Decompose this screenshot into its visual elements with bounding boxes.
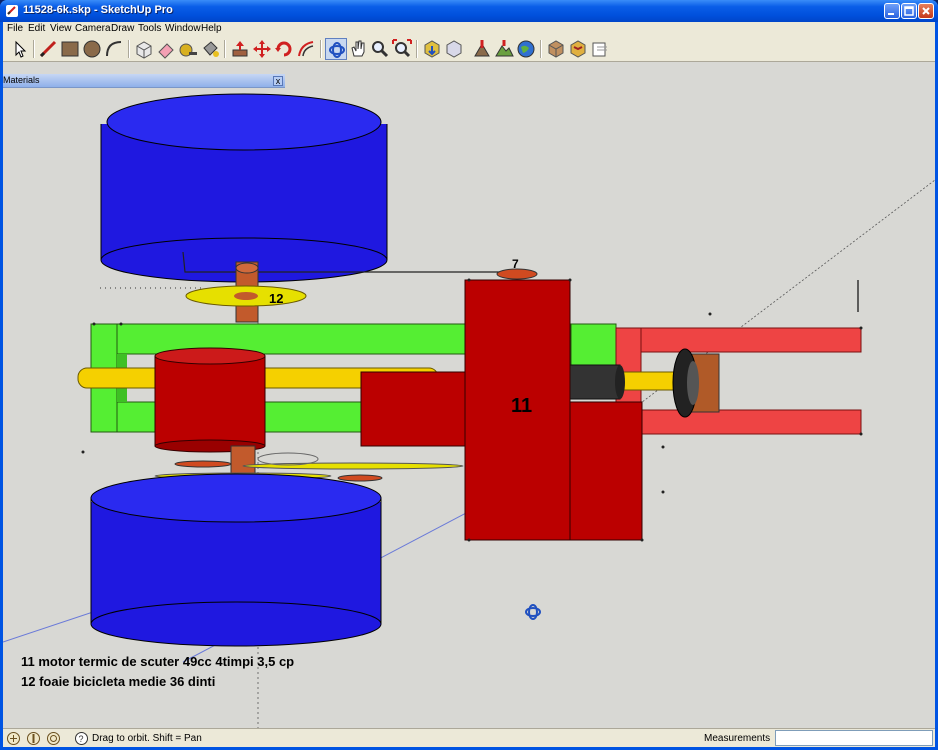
model-annotation: 11 motor termic de scuter 49cc 4timpi 3,… [21,652,294,692]
model-canvas[interactable]: 12 7 11 [3,62,935,728]
user-icon[interactable] [46,731,61,746]
brake-drum[interactable] [154,347,266,453]
make-component-icon[interactable] [133,38,155,60]
toolbar-separator [128,40,130,58]
geo-location-icon[interactable] [6,731,21,746]
model-viewport[interactable]: 12 7 11 Materials x 11 motor termic de s… [3,62,935,728]
add-location-icon[interactable] [471,38,493,60]
status-hint: Drag to orbit. Shift = Pan [92,733,202,744]
bottom-wheel[interactable] [90,473,382,647]
toolbar-separator [224,40,226,58]
sketchup-window: 11528-6k.skp - SketchUp Pro File Edit Vi… [0,0,938,750]
sketchup-app-icon[interactable] [5,4,19,18]
send-to-layout-icon[interactable] [589,38,611,60]
zoom-extents-icon[interactable] [391,38,413,60]
orbit-icon[interactable] [325,38,347,60]
credits-icon[interactable] [26,731,41,746]
sprocket-label: 7 [512,257,519,271]
line-icon[interactable] [37,38,59,60]
materials-panel-header[interactable]: Materials x [3,74,285,88]
eraser-icon[interactable] [155,38,177,60]
title-bar[interactable]: 11528-6k.skp - SketchUp Pro [0,0,938,22]
pan-icon[interactable] [347,38,369,60]
menu-bar: File Edit View Camera Draw Tools Window … [3,22,935,36]
zoom-icon[interactable] [369,38,391,60]
gear-cylinder-end [615,365,625,399]
move-icon[interactable] [251,38,273,60]
menu-camera[interactable]: Camera [75,23,111,34]
svg-text:?: ? [79,734,84,744]
paint-bucket-icon[interactable] [199,38,221,60]
get-models-icon[interactable] [421,38,443,60]
window-title: 11528-6k.skp - SketchUp Pro [23,4,173,16]
toolbar-separator [416,40,418,58]
maximize-icon [904,6,914,16]
menu-edit[interactable]: Edit [28,23,45,34]
annotation-line-1: 11 motor termic de scuter 49cc 4timpi 3,… [21,654,295,669]
toolbar-separator [33,40,35,58]
minimize-icon [888,13,894,15]
warehouse-icon[interactable] [567,38,589,60]
gear-cylinder [569,364,621,400]
arc-icon[interactable] [103,38,125,60]
menu-view[interactable]: View [50,23,72,34]
menu-file[interactable]: File [7,23,23,34]
help-icon[interactable]: ? [74,731,89,746]
toolbar [3,36,935,62]
toggle-terrain-icon[interactable] [493,38,515,60]
close-button[interactable] [918,3,934,19]
close-icon [922,7,930,15]
top-wheel[interactable] [100,93,388,283]
offset-icon[interactable] [295,38,317,60]
rectangle-icon[interactable] [59,38,81,60]
minimize-button[interactable] [884,3,900,19]
engine-11[interactable] [360,279,643,541]
menu-tools[interactable]: Tools [138,23,161,34]
engine-label: 11 [511,395,532,417]
google-earth-icon[interactable] [515,38,537,60]
rotate-icon[interactable] [273,38,295,60]
toolbar-separator [540,40,542,58]
top-hub-cap [235,262,259,274]
menu-window[interactable]: Window [165,23,201,34]
materials-close-button[interactable]: x [273,76,283,86]
orbit-cursor [525,604,541,620]
measurements-input[interactable] [775,730,933,746]
measurements-label: Measurements [704,733,771,744]
select-icon[interactable] [9,38,31,60]
tape-measure-icon[interactable] [177,38,199,60]
materials-title: Materials [3,75,40,85]
status-bar: ? Drag to orbit. Shift = Pan Measurement… [3,728,935,747]
chainring-label: 12 [269,291,283,306]
maximize-button[interactable] [901,3,917,19]
chainring-12[interactable] [185,285,307,307]
push-pull-icon[interactable] [229,38,251,60]
annotation-line-2: 12 foaie bicicleta medie 36 dinti [21,674,216,689]
components-icon[interactable] [545,38,567,60]
menu-help[interactable]: Help [201,23,222,34]
circle-icon[interactable] [81,38,103,60]
toolbar-separator [320,40,322,58]
clutch-disc-face [687,361,699,405]
share-model-icon[interactable] [443,38,465,60]
menu-draw[interactable]: Draw [111,23,134,34]
